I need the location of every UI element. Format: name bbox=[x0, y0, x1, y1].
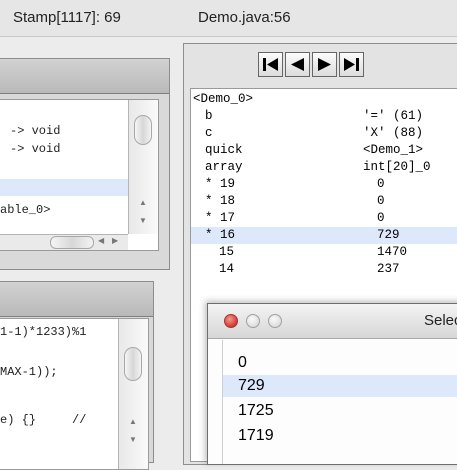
inspector-row[interactable]: b '=' (61) bbox=[191, 108, 457, 125]
skip-to-end-icon[interactable] bbox=[339, 52, 364, 77]
scroll-down-arrow-icon[interactable]: ▼ bbox=[139, 216, 147, 225]
select-window: Select 0 729 1725 1719 bbox=[207, 303, 457, 465]
inspector-row[interactable]: array int[20]_0 bbox=[191, 159, 457, 176]
code-line: -> void bbox=[10, 142, 61, 156]
selected-row-highlight bbox=[0, 179, 128, 196]
left-top-list[interactable]: -> void -> void able_0> ▲ ▼ ◀ ▶ bbox=[0, 99, 159, 251]
code-editor[interactable]: 1-1)*1233)%1 MAX-1)); e) {} // ▲ ▼ bbox=[0, 318, 149, 470]
code-line: MAX-1)); bbox=[0, 365, 58, 379]
list-item[interactable]: 1719 bbox=[208, 425, 457, 447]
select-window-titlebar[interactable]: Select bbox=[208, 304, 457, 339]
inspector-row[interactable]: * 17 0 bbox=[191, 210, 457, 227]
inspector-row[interactable]: 15 1470 bbox=[191, 244, 457, 261]
vertical-scrollbar[interactable]: ▲ ▼ bbox=[118, 319, 148, 469]
scroll-right-arrow-icon[interactable]: ▶ bbox=[112, 236, 118, 245]
inspector-row[interactable]: * 19 0 bbox=[191, 176, 457, 193]
select-list[interactable]: 0 729 1725 1719 bbox=[208, 340, 457, 464]
vertical-scrollbar[interactable]: ▲ ▼ bbox=[128, 100, 158, 234]
inspector-row[interactable]: * 18 0 bbox=[191, 193, 457, 210]
scroll-thumb[interactable] bbox=[134, 115, 152, 145]
left-bottom-titlebar bbox=[0, 282, 153, 317]
inspector-header: <Demo_0> bbox=[193, 92, 254, 106]
scroll-up-arrow-icon[interactable]: ▲ bbox=[139, 198, 147, 207]
minimize-window-icon[interactable] bbox=[246, 314, 260, 328]
status-bar: Stamp[1117]: 69 Demo.java:56 bbox=[0, 0, 457, 37]
inspector-row[interactable]: 14 237 bbox=[191, 261, 457, 278]
code-line: -> void bbox=[10, 124, 61, 138]
left-top-titlebar bbox=[0, 59, 169, 94]
inspector-row[interactable]: quick <Demo_1> bbox=[191, 142, 457, 159]
step-back-icon[interactable] bbox=[285, 52, 310, 77]
file-location-label: Demo.java:56 bbox=[198, 9, 291, 26]
list-item[interactable]: 0 bbox=[208, 352, 457, 374]
nav-toolbar bbox=[184, 44, 457, 84]
inspector-row-selected[interactable]: * 16 729 bbox=[191, 227, 457, 244]
code-line: able_0> bbox=[0, 203, 51, 217]
scroll-down-arrow-icon[interactable]: ▼ bbox=[129, 435, 137, 444]
scroll-left-arrow-icon[interactable]: ◀ bbox=[98, 236, 104, 245]
left-bottom-panel: 1-1)*1233)%1 MAX-1)); e) {} // ▲ ▼ bbox=[0, 281, 154, 470]
inspector-row[interactable]: c 'X' (88) bbox=[191, 125, 457, 142]
scroll-thumb[interactable] bbox=[124, 347, 142, 381]
skip-to-start-icon[interactable] bbox=[258, 52, 283, 77]
list-item[interactable]: 1725 bbox=[208, 400, 457, 422]
select-window-title: Select bbox=[424, 312, 457, 329]
scroll-up-arrow-icon[interactable]: ▲ bbox=[129, 417, 137, 426]
close-window-icon[interactable] bbox=[224, 314, 238, 328]
step-forward-icon[interactable] bbox=[312, 52, 337, 77]
code-line: 1-1)*1233)%1 bbox=[0, 325, 87, 339]
code-line: e) {} // bbox=[0, 413, 87, 427]
h-scroll-thumb[interactable] bbox=[50, 236, 94, 249]
zoom-window-icon[interactable] bbox=[268, 314, 282, 328]
horizontal-scrollbar[interactable]: ◀ ▶ bbox=[0, 234, 128, 250]
stamp-label: Stamp[1117]: 69 bbox=[13, 9, 121, 26]
left-top-panel: -> void -> void able_0> ▲ ▼ ◀ ▶ bbox=[0, 58, 170, 270]
list-item-selected[interactable]: 729 bbox=[223, 375, 457, 397]
